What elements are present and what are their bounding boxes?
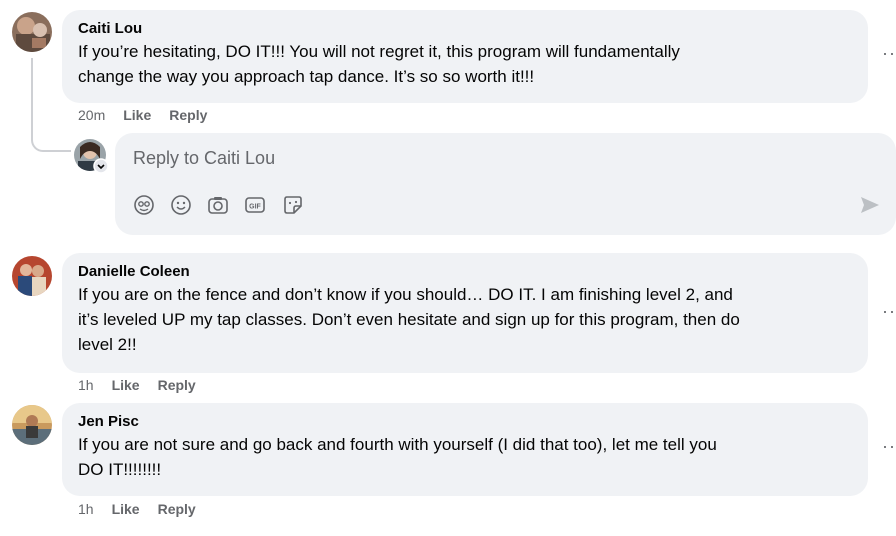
- comment-meta: 1h Like Reply: [78, 501, 196, 517]
- comment-bubble: Caiti Lou If you’re hesitating, DO IT!!!…: [62, 10, 868, 103]
- current-user-avatar[interactable]: [74, 139, 108, 173]
- reply-button[interactable]: Reply: [158, 501, 196, 517]
- comment-text: it’s leveled UP my tap classes. Don’t ev…: [78, 310, 740, 329]
- emoji-icon[interactable]: [169, 193, 193, 217]
- like-button[interactable]: Like: [123, 107, 151, 123]
- comment-text: DO IT!!!!!!!!: [78, 460, 162, 479]
- comment-options-icon[interactable]: ··: [882, 436, 896, 457]
- comment-options-icon[interactable]: ··: [882, 43, 896, 64]
- avatar-danielle-coleen[interactable]: [12, 256, 52, 296]
- comment-text: If you are on the fence and don’t know i…: [78, 285, 733, 304]
- comment-author[interactable]: Danielle Coleen: [78, 262, 854, 282]
- comment-text: If you’re hesitating, DO IT!!! You will …: [78, 42, 680, 61]
- like-button[interactable]: Like: [112, 377, 140, 393]
- reply-input[interactable]: [131, 147, 735, 170]
- comment-timestamp[interactable]: 20m: [78, 107, 105, 123]
- comment-author[interactable]: Caiti Lou: [78, 19, 854, 39]
- comment-timestamp[interactable]: 1h: [78, 501, 94, 517]
- comment-text: change the way you approach tap dance. I…: [78, 67, 535, 86]
- comment-bubble: Jen Pisc If you are not sure and go back…: [62, 403, 868, 496]
- comment-text: level 2!!: [78, 335, 137, 354]
- reply-composer: GIF: [115, 133, 896, 235]
- gif-icon-text: GIF: [249, 204, 261, 211]
- avatar-sticker-icon[interactable]: [132, 193, 156, 217]
- comment-meta: 1h Like Reply: [78, 377, 196, 393]
- sticker-icon[interactable]: [281, 193, 305, 217]
- like-button[interactable]: Like: [112, 501, 140, 517]
- comment-timestamp[interactable]: 1h: [78, 377, 94, 393]
- comment-options-icon[interactable]: ··: [882, 301, 896, 322]
- reply-button[interactable]: Reply: [158, 377, 196, 393]
- comment-author[interactable]: Jen Pisc: [78, 412, 854, 432]
- comment-bubble: Danielle Coleen If you are on the fence …: [62, 253, 868, 373]
- avatar-caiti-lou[interactable]: [12, 12, 52, 52]
- comment-meta: 20m Like Reply: [78, 107, 207, 123]
- reply-button[interactable]: Reply: [169, 107, 207, 123]
- comment-text: If you are not sure and go back and four…: [78, 435, 717, 454]
- send-icon[interactable]: [859, 195, 881, 220]
- gif-icon[interactable]: GIF: [243, 193, 267, 217]
- avatar-jen-pisc[interactable]: [12, 405, 52, 445]
- camera-icon[interactable]: [206, 193, 230, 217]
